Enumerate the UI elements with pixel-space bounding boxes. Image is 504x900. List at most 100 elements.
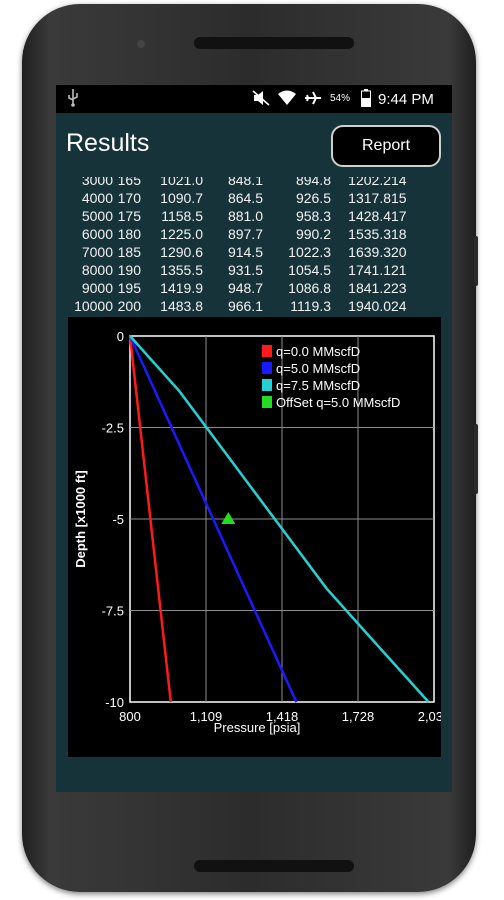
y-tick-label: -10 — [105, 695, 124, 710]
table-row: 8000 190 1355.5 931.5 1054.5 1741.1 21 — [65, 261, 419, 279]
table-cell: 1022.3 — [288, 244, 331, 260]
table-cell: 175 — [117, 208, 141, 224]
table-cell: 15 — [391, 190, 407, 206]
table-cell: 931.5 — [227, 262, 263, 278]
x-tick-label: 1,728 — [342, 709, 375, 724]
table-row: 9000 195 1419.9 948.7 1086.8 1841.2 23 — [65, 279, 419, 297]
legend-swatch — [262, 362, 272, 374]
table-cell: 21 — [391, 262, 407, 278]
usb-icon — [66, 89, 80, 110]
results-table[interactable]: 3000 165 1021.0 848.1 894.8 1202.2 14 4000 170 10… — [56, 177, 452, 315]
table-cell: 165 — [117, 177, 141, 188]
table-cell: 1535.3 — [348, 226, 391, 242]
volume-button[interactable] — [474, 424, 478, 494]
bottom-speaker — [194, 860, 354, 872]
table-cell: 1419.9 — [160, 280, 203, 296]
x-tick-label: 800 — [119, 709, 141, 724]
table-cell: 1290.6 — [160, 244, 203, 260]
legend-swatch — [262, 379, 272, 391]
table-cell: 24 — [391, 298, 407, 314]
table-cell: 1483.8 — [160, 298, 203, 314]
front-camera — [137, 40, 145, 48]
table-cell: 1086.8 — [288, 280, 331, 296]
y-axis-label: Depth [x1000 ft] — [73, 470, 88, 568]
table-cell: 894.8 — [295, 177, 331, 188]
table-cell: 948.7 — [227, 280, 263, 296]
table-cell: 1428.4 — [348, 208, 391, 224]
table-cell: 17 — [391, 208, 407, 224]
y-tick-label: -2.5 — [102, 421, 124, 436]
results-table-body: 3000 165 1021.0 848.1 894.8 1202.2 14 4000 170 10… — [65, 177, 419, 315]
table-row: 7000 185 1290.6 914.5 1022.3 1639.3 20 — [65, 243, 419, 261]
table-cell: 23 — [391, 280, 407, 296]
table-cell: 1317.8 — [348, 190, 391, 206]
battery-percent: 54% — [330, 93, 351, 104]
table-cell: 170 — [117, 190, 141, 206]
table-cell: 1202.2 — [348, 177, 391, 188]
table-cell: 180 — [117, 226, 141, 242]
table-cell: 1119.3 — [290, 298, 331, 314]
table-cell: 20 — [391, 244, 407, 260]
table-row: 4000 170 1090.7 864.5 926.5 1317.8 15 — [65, 189, 419, 207]
clock: 9:44 PM — [378, 91, 434, 108]
table-row: 3000 165 1021.0 848.1 894.8 1202.2 14 — [65, 177, 419, 189]
table-cell: 18 — [391, 226, 407, 242]
table-cell: 185 — [117, 244, 141, 260]
table-cell: 4000 — [81, 190, 113, 206]
table-cell: 3000 — [81, 177, 113, 188]
report-button[interactable]: Report — [331, 125, 441, 167]
airplane-icon — [304, 90, 322, 109]
table-cell: 914.5 — [227, 244, 263, 260]
status-bar: 54% 9:44 PM — [56, 85, 452, 113]
y-tick-label: -7.5 — [102, 604, 124, 619]
table-cell: 848.1 — [227, 177, 263, 188]
table-cell: 6000 — [81, 226, 113, 242]
table-cell: 7000 — [81, 244, 113, 260]
table-cell: 1054.5 — [288, 262, 331, 278]
y-tick-label: 0 — [117, 329, 124, 344]
table-cell: 1158.5 — [161, 208, 203, 224]
earpiece-speaker — [194, 37, 354, 49]
table-cell: 1639.3 — [348, 244, 391, 260]
table-cell: 5000 — [81, 208, 113, 224]
table-row: 10000 200 1483.8 966.1 1119.3 1940.0 24 — [65, 297, 419, 315]
depth-pressure-chart: 8001,1091,4181,7282,0370-2.5-5-7.5-10Pre… — [73, 329, 450, 735]
legend-swatch — [262, 345, 272, 357]
power-button[interactable] — [474, 236, 478, 286]
table-cell: 1021.0 — [160, 177, 203, 188]
table-cell: 897.7 — [227, 226, 263, 242]
y-tick-label: -5 — [112, 512, 124, 527]
mute-icon — [252, 90, 270, 109]
legend-label: q=5.0 MMscfD — [276, 361, 360, 376]
table-cell: 881.0 — [227, 208, 263, 224]
battery-icon — [361, 89, 371, 110]
table-cell: 1090.7 — [160, 190, 203, 206]
table-cell: 1225.0 — [160, 226, 203, 242]
table-cell: 864.5 — [227, 190, 263, 206]
table-cell: 190 — [117, 262, 141, 278]
table-row: 6000 180 1225.0 897.7 990.2 1535.3 18 — [65, 225, 419, 243]
table-cell: 926.5 — [295, 190, 331, 206]
table-cell: 1940.0 — [348, 298, 391, 314]
screen: 54% 9:44 PM Results Report 3000 165 1021.0… — [56, 85, 452, 792]
page-title: Results — [66, 129, 150, 157]
table-row: 5000 175 1158.5 881.0 958.3 1428.4 17 — [65, 207, 419, 225]
table-cell: 14 — [391, 177, 407, 188]
legend-swatch — [262, 396, 272, 408]
x-axis-label: Pressure [psia] — [214, 720, 301, 735]
wifi-icon — [278, 90, 296, 109]
table-cell: 1841.2 — [348, 280, 391, 296]
x-tick-label: 2,037 — [418, 709, 441, 724]
legend-label: q=0.0 MMscfD — [276, 344, 360, 359]
legend-label: OffSet q=5.0 MMscfD — [276, 395, 400, 410]
table-cell: 10000 — [74, 298, 113, 314]
legend-label: q=7.5 MMscfD — [276, 378, 360, 393]
table-cell: 958.3 — [295, 208, 331, 224]
table-cell: 1741.1 — [348, 262, 391, 278]
table-cell: 1355.5 — [160, 262, 203, 278]
chart-panel: 8001,1091,4181,7282,0370-2.5-5-7.5-10Pre… — [68, 317, 450, 757]
table-cell: 990.2 — [295, 226, 331, 242]
table-cell: 200 — [117, 298, 141, 314]
table-cell: 966.1 — [227, 298, 263, 314]
table-cell: 9000 — [81, 280, 113, 296]
